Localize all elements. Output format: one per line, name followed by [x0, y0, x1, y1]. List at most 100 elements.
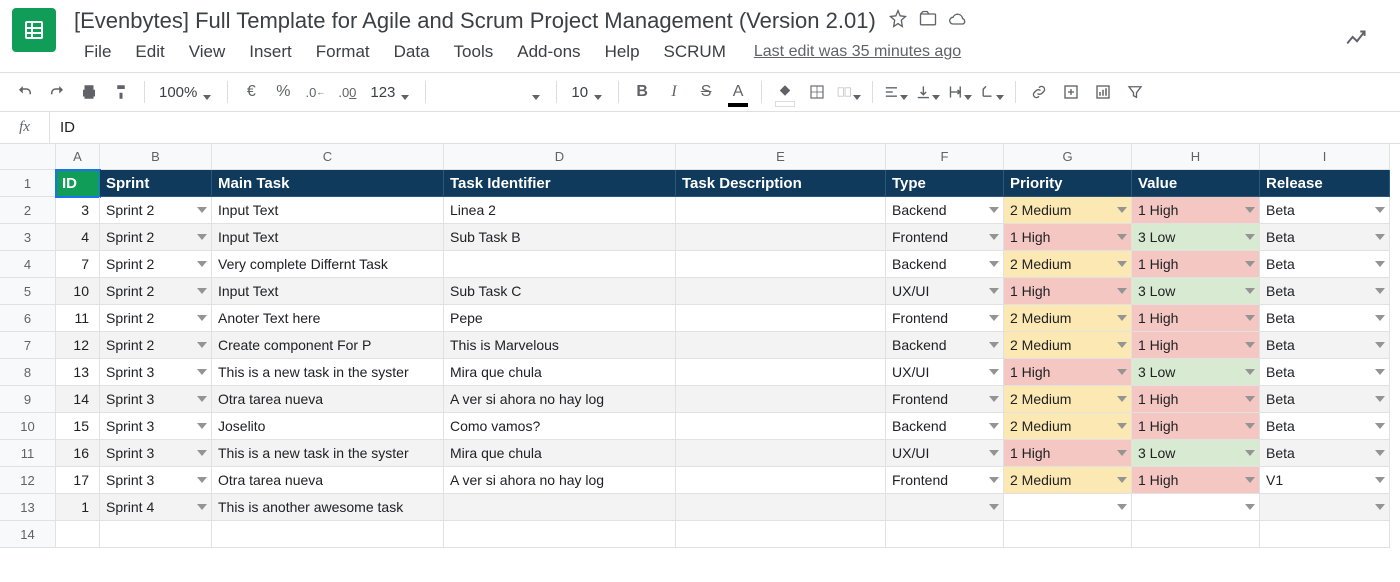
menu-format[interactable]: Format [306, 38, 380, 66]
dropdown-icon[interactable] [197, 423, 207, 429]
percent-button[interactable]: % [270, 79, 296, 105]
select-all-corner[interactable] [0, 144, 56, 170]
cell-priority[interactable]: 2 Medium [1004, 332, 1132, 359]
menu-view[interactable]: View [179, 38, 236, 66]
zoom-select[interactable]: 100% [155, 84, 217, 101]
dropdown-icon[interactable] [1117, 288, 1127, 294]
cell-main-task[interactable]: This is another awesome task [212, 494, 444, 521]
dropdown-icon[interactable] [1245, 450, 1255, 456]
cell[interactable] [56, 521, 100, 548]
cell-value[interactable]: 1 High [1132, 413, 1260, 440]
dropdown-icon[interactable] [1375, 423, 1385, 429]
cell-sprint[interactable]: Sprint 3 [100, 386, 212, 413]
cloud-icon[interactable] [948, 9, 968, 34]
cell-id[interactable]: 15 [56, 413, 100, 440]
row-head[interactable]: 1 [0, 170, 56, 197]
print-button[interactable] [76, 79, 102, 105]
formula-input[interactable]: ID [50, 119, 75, 136]
col-head[interactable]: B [100, 144, 212, 170]
row-head[interactable]: 2 [0, 197, 56, 224]
col-head[interactable]: G [1004, 144, 1132, 170]
cell-main-task[interactable]: Otra tarea nueva [212, 386, 444, 413]
cell-priority[interactable]: 1 High [1004, 278, 1132, 305]
dropdown-icon[interactable] [1375, 369, 1385, 375]
cell-main-task[interactable]: Input Text [212, 224, 444, 251]
dropdown-icon[interactable] [989, 477, 999, 483]
insert-chart-button[interactable] [1090, 79, 1116, 105]
dropdown-icon[interactable] [1245, 288, 1255, 294]
cell-id[interactable]: 13 [56, 359, 100, 386]
cell-main-task[interactable]: This is a new task in the syster [212, 440, 444, 467]
dropdown-icon[interactable] [1245, 423, 1255, 429]
col-head[interactable]: A [56, 144, 100, 170]
dropdown-icon[interactable] [1375, 342, 1385, 348]
cell-task-identifier[interactable]: Pepe [444, 305, 676, 332]
row-head[interactable]: 8 [0, 359, 56, 386]
cell-priority[interactable]: 1 High [1004, 440, 1132, 467]
cell-priority[interactable]: 2 Medium [1004, 413, 1132, 440]
header-sprint[interactable]: Sprint [100, 170, 212, 197]
cell-priority[interactable]: 2 Medium [1004, 386, 1132, 413]
star-icon[interactable] [888, 9, 908, 34]
col-head[interactable]: C [212, 144, 444, 170]
dropdown-icon[interactable] [197, 450, 207, 456]
cell-release[interactable]: Beta [1260, 413, 1390, 440]
currency-button[interactable]: € [238, 79, 264, 105]
cell-release[interactable] [1260, 494, 1390, 521]
dropdown-icon[interactable] [1375, 450, 1385, 456]
cell-type[interactable]: Backend [886, 197, 1004, 224]
header-priority[interactable]: Priority [1004, 170, 1132, 197]
cell-value[interactable]: 1 High [1132, 467, 1260, 494]
cell-release[interactable]: Beta [1260, 440, 1390, 467]
decrease-decimal-button[interactable]: .0← [302, 79, 328, 105]
cell-value[interactable]: 1 High [1132, 251, 1260, 278]
cell-release[interactable]: Beta [1260, 386, 1390, 413]
cell-type[interactable]: Frontend [886, 386, 1004, 413]
cell-type[interactable]: UX/UI [886, 440, 1004, 467]
header-release[interactable]: Release [1260, 170, 1390, 197]
cell-id[interactable]: 7 [56, 251, 100, 278]
cell[interactable] [1260, 521, 1390, 548]
row-head[interactable]: 7 [0, 332, 56, 359]
cell-task-description[interactable] [676, 413, 886, 440]
cell-id[interactable]: 17 [56, 467, 100, 494]
cell-priority[interactable]: 2 Medium [1004, 251, 1132, 278]
cell-task-description[interactable] [676, 440, 886, 467]
cell-sprint[interactable]: Sprint 2 [100, 197, 212, 224]
col-head[interactable]: F [886, 144, 1004, 170]
undo-button[interactable] [12, 79, 38, 105]
dropdown-icon[interactable] [197, 261, 207, 267]
cell-task-identifier[interactable]: This is Marvelous [444, 332, 676, 359]
cell-sprint[interactable]: Sprint 2 [100, 278, 212, 305]
cell-release[interactable]: Beta [1260, 332, 1390, 359]
cell-id[interactable]: 10 [56, 278, 100, 305]
cell-priority[interactable]: 1 High [1004, 359, 1132, 386]
dropdown-icon[interactable] [1245, 342, 1255, 348]
dropdown-icon[interactable] [197, 315, 207, 321]
cell-main-task[interactable]: Create component For P [212, 332, 444, 359]
menu-data[interactable]: Data [384, 38, 440, 66]
dropdown-icon[interactable] [1375, 288, 1385, 294]
dropdown-icon[interactable] [1245, 504, 1255, 510]
cell-task-identifier[interactable] [444, 251, 676, 278]
redo-button[interactable] [44, 79, 70, 105]
cell-type[interactable]: Frontend [886, 224, 1004, 251]
row-head[interactable]: 6 [0, 305, 56, 332]
filter-button[interactable] [1122, 79, 1148, 105]
cell-release[interactable]: V1 [1260, 467, 1390, 494]
cell-task-identifier[interactable]: Como vamos? [444, 413, 676, 440]
header-id[interactable]: ID [56, 170, 100, 197]
insert-link-button[interactable] [1026, 79, 1052, 105]
dropdown-icon[interactable] [197, 288, 207, 294]
cell-id[interactable]: 1 [56, 494, 100, 521]
cell-sprint[interactable]: Sprint 3 [100, 413, 212, 440]
cell-sprint[interactable]: Sprint 2 [100, 224, 212, 251]
horizontal-align-button[interactable] [883, 79, 909, 105]
row-head[interactable]: 10 [0, 413, 56, 440]
cell-task-identifier[interactable]: Linea 2 [444, 197, 676, 224]
header-task-description[interactable]: Task Description [676, 170, 886, 197]
row-head[interactable]: 11 [0, 440, 56, 467]
header-value[interactable]: Value [1132, 170, 1260, 197]
cell-sprint[interactable]: Sprint 3 [100, 359, 212, 386]
cell[interactable] [676, 521, 886, 548]
